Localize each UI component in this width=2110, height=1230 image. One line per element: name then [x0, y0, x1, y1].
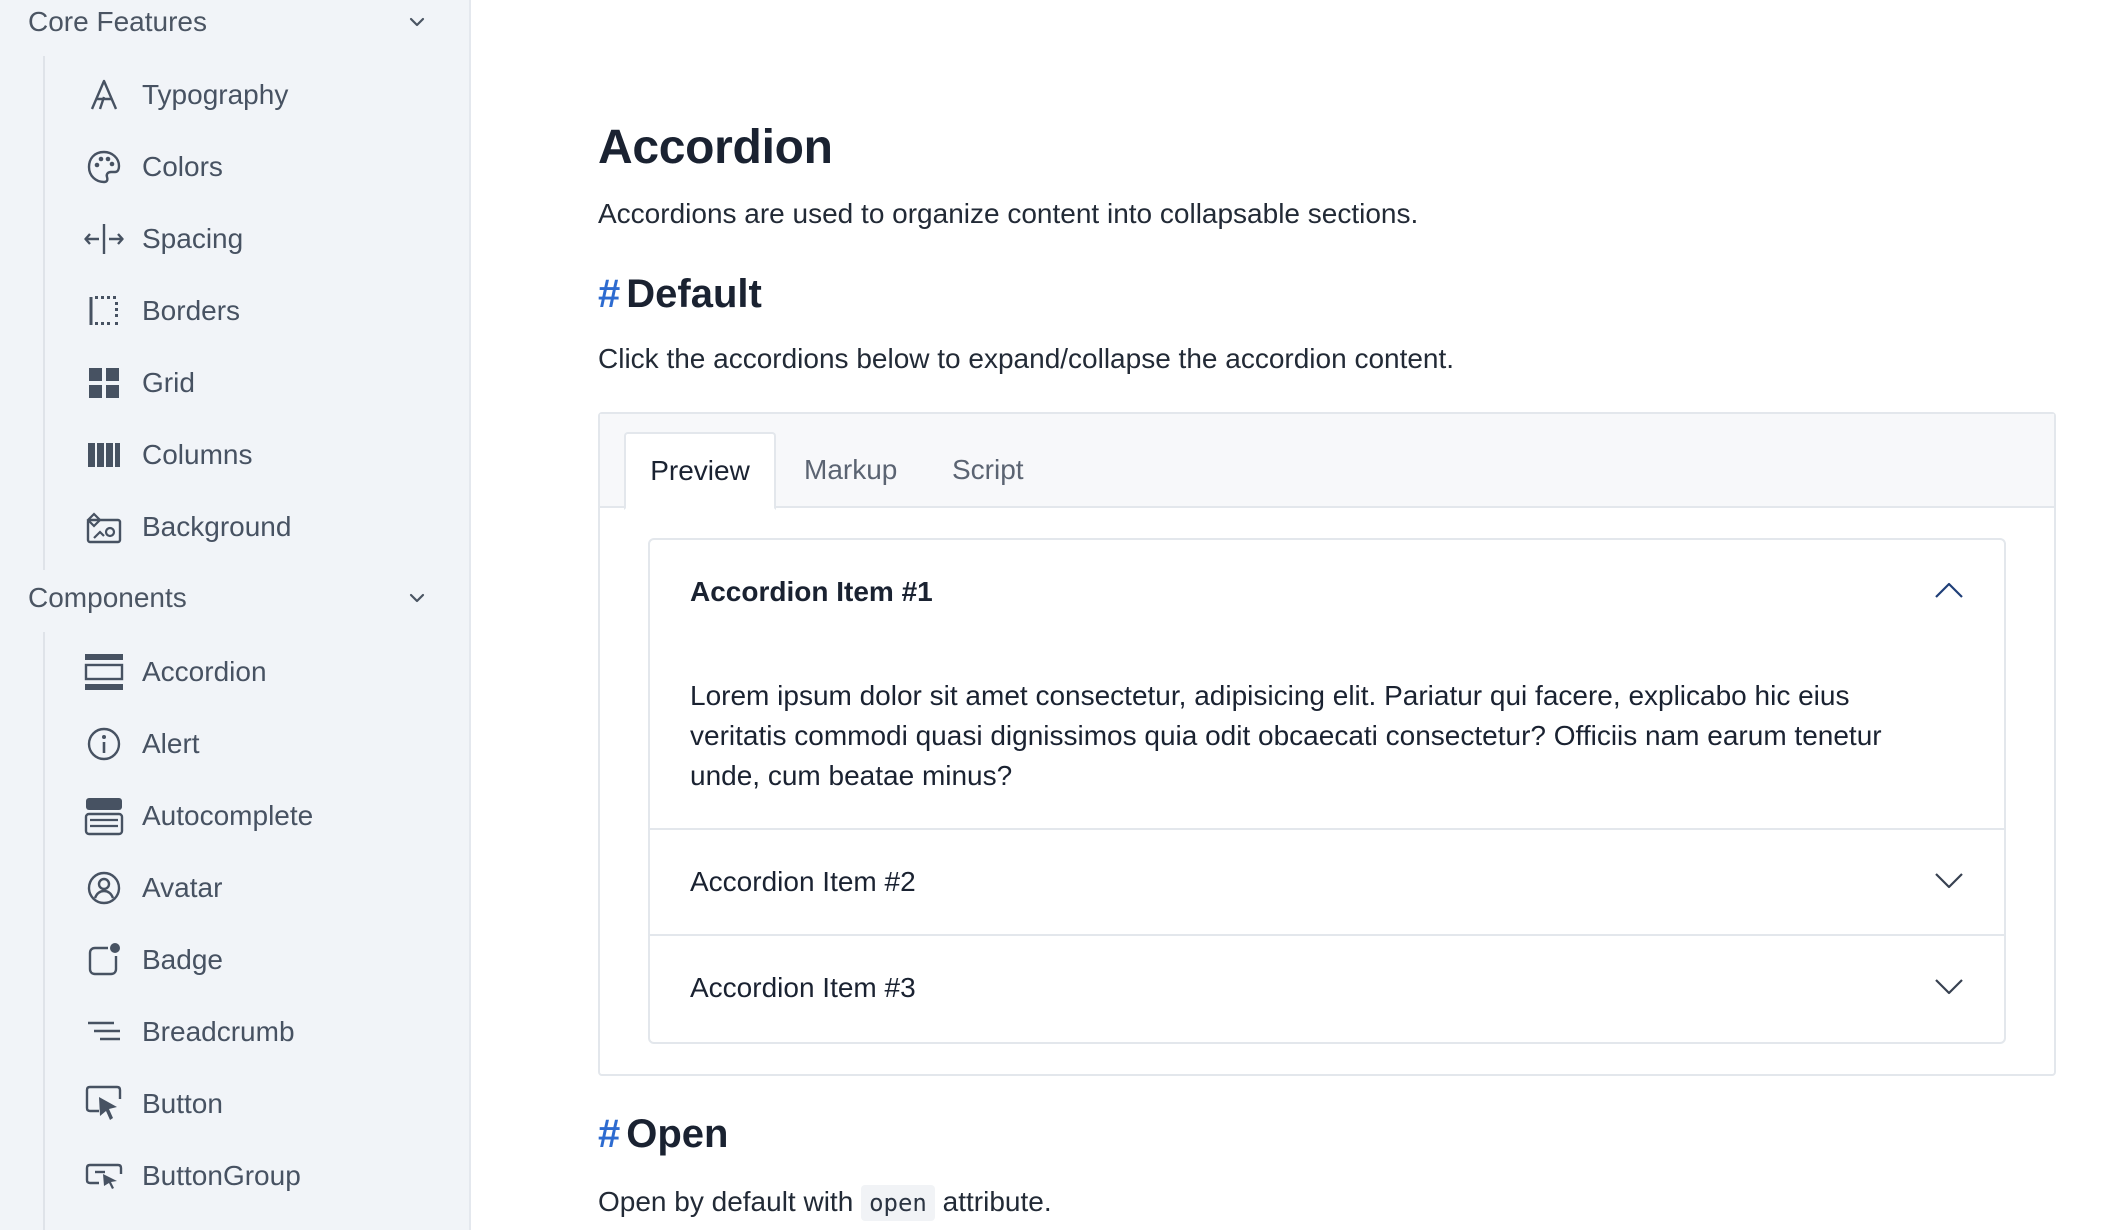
sidebar-item-borders[interactable]: Borders	[84, 285, 240, 337]
chevron-up-icon	[1934, 581, 1964, 604]
avatar-icon	[84, 868, 124, 908]
sidebar-item-typography[interactable]: Typography	[84, 69, 288, 121]
accordion-icon	[84, 652, 124, 692]
tree-line	[43, 56, 45, 570]
section-heading-default: # Default	[598, 272, 762, 317]
tab-script[interactable]: Script	[952, 432, 1024, 508]
sidebar-item-label: Colors	[142, 151, 223, 182]
sidebar-item-label: ButtonGroup	[142, 1160, 301, 1191]
sidebar-item-label: Button	[142, 1088, 223, 1119]
chevron-down-icon	[1934, 977, 1964, 1000]
chevron-down-icon	[1934, 871, 1964, 894]
accordion-item-1-header[interactable]: Accordion Item #1	[650, 540, 2004, 644]
sidebar-item-label: Autocomplete	[142, 800, 314, 831]
sidebar-item-label: Alert	[142, 728, 200, 759]
page-lead: Accordions are used to organize content …	[598, 198, 1419, 229]
accordion-item-title: Accordion Item #3	[690, 972, 916, 1003]
tab-bar: Preview Markup Script	[600, 414, 2054, 510]
borders-icon	[84, 291, 124, 331]
accordion-item-title: Accordion Item #1	[690, 576, 933, 607]
section-heading-text: Default	[626, 272, 762, 316]
sidebar-item-label: Spacing	[142, 223, 244, 254]
breadcrumb-icon	[84, 1012, 124, 1052]
sidebar-item-label: Accordion	[142, 656, 267, 687]
button-group-icon	[84, 1156, 124, 1196]
cursor-icon	[84, 1084, 124, 1124]
sidebar-section-components[interactable]: Components	[28, 576, 428, 620]
sidebar-item-label: Badge	[142, 944, 223, 975]
sidebar-item-button[interactable]: Button	[84, 1078, 223, 1130]
sidebar-item-label: Columns	[142, 439, 253, 470]
description-text: attribute.	[942, 1186, 1052, 1217]
sidebar-item-label: Grid	[142, 367, 195, 398]
tree-line	[43, 632, 45, 1230]
section-description: Click the accordions below to expand/col…	[598, 343, 1455, 374]
anchor-link[interactable]: #	[598, 272, 620, 316]
sidebar-item-alert[interactable]: Alert	[84, 718, 200, 770]
columns-icon	[84, 435, 124, 475]
sidebar-item-accordion[interactable]: Accordion	[84, 646, 267, 698]
background-icon	[84, 507, 124, 547]
page-title: Accordion	[598, 121, 833, 174]
sidebar-item-spacing[interactable]: Spacing	[84, 213, 243, 265]
sidebar-item-autocomplete[interactable]: Autocomplete	[84, 790, 313, 842]
anchor-link[interactable]: #	[598, 1112, 620, 1156]
demo-panel: Preview Markup Script Accordion Item #1 …	[598, 412, 2056, 1076]
sidebar-item-colors[interactable]: Colors	[84, 141, 223, 193]
sidebar: Core Features Typography Colors Spacing …	[0, 0, 471, 1230]
sidebar-item-background[interactable]: Background	[84, 501, 291, 553]
section-heading-text: Open	[626, 1112, 729, 1156]
accordion: Accordion Item #1 Lorem ipsum dolor sit …	[648, 538, 2006, 1044]
typography-icon	[84, 75, 124, 115]
sidebar-section-core-features[interactable]: Core Features	[28, 0, 428, 44]
sidebar-item-buttongroup[interactable]: ButtonGroup	[84, 1150, 301, 1202]
section-heading-open: # Open	[598, 1112, 728, 1157]
sidebar-item-label: Avatar	[142, 872, 223, 903]
sidebar-section-title: Components	[28, 582, 187, 613]
autocomplete-icon	[84, 796, 124, 836]
sidebar-item-badge[interactable]: Badge	[84, 934, 223, 986]
sidebar-item-breadcrumb[interactable]: Breadcrumb	[84, 1006, 295, 1058]
inline-code: open	[861, 1185, 935, 1221]
section-description: Open by default with open attribute.	[598, 1185, 1052, 1221]
sidebar-item-label: Typography	[142, 79, 289, 110]
tab-preview[interactable]: Preview	[624, 432, 776, 510]
accordion-item-2-header[interactable]: Accordion Item #2	[650, 830, 2004, 934]
chevron-down-icon	[406, 11, 428, 33]
sidebar-item-label: Background	[142, 511, 292, 542]
sidebar-item-columns[interactable]: Columns	[84, 429, 252, 481]
grid-icon	[84, 363, 124, 403]
description-text: Open by default with	[598, 1186, 854, 1217]
accordion-item-3-header[interactable]: Accordion Item #3	[650, 936, 2004, 1040]
sidebar-section-title: Core Features	[28, 6, 207, 37]
sidebar-item-label: Borders	[142, 295, 241, 326]
sidebar-item-grid[interactable]: Grid	[84, 357, 195, 409]
spacing-icon	[84, 219, 124, 259]
badge-icon	[84, 940, 124, 980]
chevron-down-icon	[406, 587, 428, 609]
accordion-item-title: Accordion Item #2	[690, 866, 916, 897]
tab-markup[interactable]: Markup	[804, 432, 897, 508]
info-icon	[84, 724, 124, 764]
sidebar-item-avatar[interactable]: Avatar	[84, 862, 222, 914]
palette-icon	[84, 147, 124, 187]
sidebar-item-label: Breadcrumb	[142, 1016, 295, 1047]
accordion-item-body: Lorem ipsum dolor sit amet consectetur, …	[690, 680, 1882, 791]
